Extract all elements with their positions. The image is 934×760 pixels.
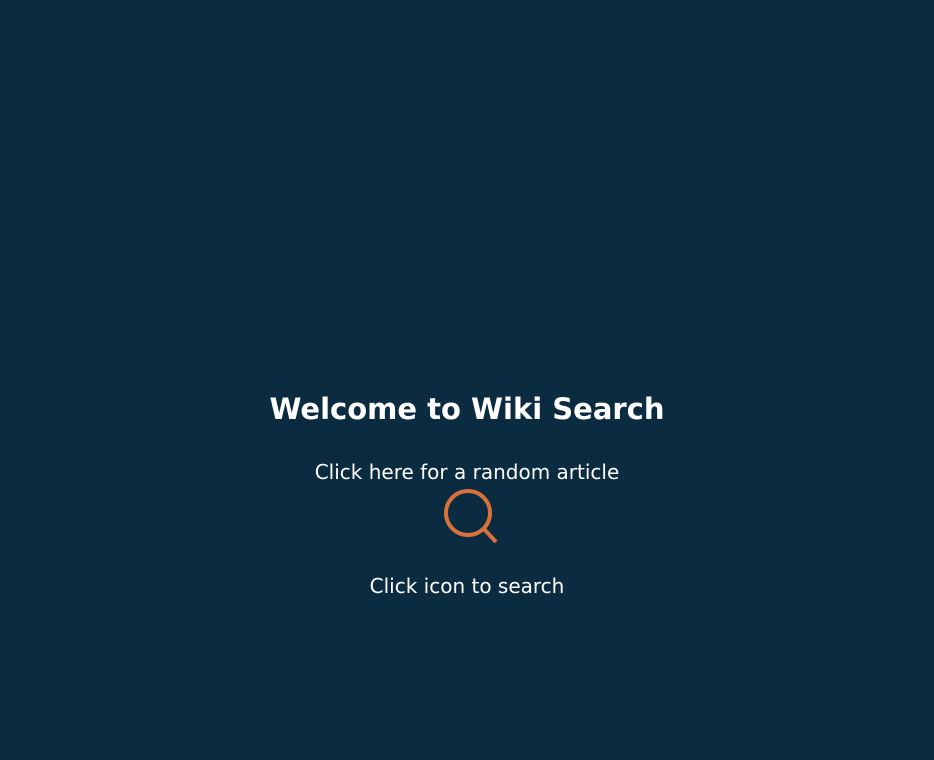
page-title: Welcome to Wiki Search bbox=[269, 392, 665, 426]
search-hint: Click icon to search bbox=[369, 574, 565, 598]
search-button[interactable] bbox=[441, 487, 501, 547]
welcome-screen: Welcome to Wiki Search Click here for a … bbox=[0, 0, 934, 760]
search-icon[interactable] bbox=[441, 487, 501, 547]
random-article-link[interactable]: Click here for a random article bbox=[0, 459, 934, 485]
random-article-label[interactable]: Click here for a random article bbox=[315, 460, 620, 484]
